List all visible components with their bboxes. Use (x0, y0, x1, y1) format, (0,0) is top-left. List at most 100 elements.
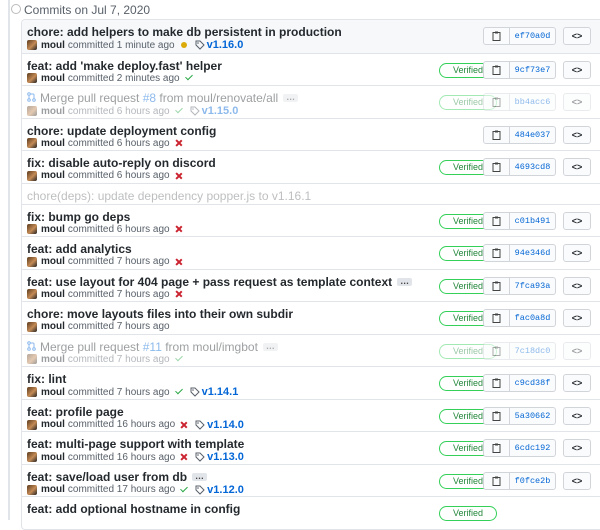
browse-repo-button[interactable]: <> (563, 341, 591, 360)
commit-title-link[interactable]: chore: add helpers to make db persistent… (27, 25, 342, 39)
commit-author[interactable]: moul (41, 138, 65, 149)
browse-repo-button[interactable]: <> (563, 276, 591, 295)
pr-title-suffix[interactable]: from moul/imgbot (162, 340, 258, 354)
avatar[interactable] (27, 170, 37, 181)
commit-title-link[interactable]: fix: bump go deps (27, 210, 130, 224)
commit-sha-link[interactable]: 6cdc192 (510, 439, 556, 457)
copy-sha-button[interactable] (483, 158, 510, 176)
commit-author[interactable]: moul (41, 40, 65, 51)
avatar[interactable] (27, 354, 37, 364)
avatar[interactable] (27, 289, 37, 299)
commit-sha-link[interactable]: 94e346d (510, 244, 556, 262)
commit-title-link[interactable]: chore(deps): update dependency popper.js… (27, 189, 311, 203)
avatar[interactable] (27, 106, 37, 116)
commit-author[interactable]: moul (41, 452, 65, 463)
copy-sha-button[interactable] (483, 439, 510, 457)
commit-sha-link[interactable]: 484e037 (510, 125, 556, 144)
commit-author[interactable]: moul (41, 256, 65, 267)
copy-sha-button[interactable] (483, 211, 510, 230)
commit-author[interactable]: moul (41, 484, 65, 495)
copy-sha-button[interactable] (483, 471, 510, 490)
release-tag-link[interactable]: v1.13.0 (195, 451, 244, 463)
commit-title-link[interactable]: feat: add optional hostname in config (27, 502, 240, 516)
commit-title-link[interactable]: feat: multi-page support with template (27, 437, 244, 451)
avatar[interactable] (27, 73, 37, 83)
avatar[interactable] (27, 256, 37, 267)
copy-sha-button[interactable] (483, 374, 510, 392)
commit-title-link[interactable]: chore: update deployment config (27, 124, 216, 138)
avatar[interactable] (27, 40, 37, 50)
copy-sha-button[interactable] (483, 341, 510, 360)
commit-sha-link[interactable]: ef70a0d (510, 27, 556, 45)
commit-sha-link[interactable]: 7fca93a (510, 276, 556, 295)
commit-sha-link[interactable]: 9cf73e7 (510, 60, 556, 79)
check-icon[interactable] (179, 485, 189, 495)
browse-repo-button[interactable]: <> (563, 439, 591, 457)
commit-sha-link[interactable]: 4693cd8 (510, 158, 556, 176)
commit-title-link[interactable]: feat: save/load user from db (27, 470, 187, 484)
avatar[interactable] (27, 387, 37, 397)
avatar[interactable] (27, 419, 37, 430)
browse-repo-button[interactable]: <> (563, 374, 591, 392)
release-tag-link[interactable]: v1.16.0 (195, 39, 243, 51)
avatar[interactable] (27, 452, 37, 462)
check-icon[interactable] (174, 354, 184, 364)
expand-message-button[interactable]: … (283, 93, 299, 102)
expand-message-button[interactable]: … (192, 471, 208, 481)
avatar[interactable] (27, 224, 37, 234)
copy-sha-button[interactable] (483, 309, 510, 327)
x-icon[interactable] (174, 289, 184, 299)
x-icon[interactable] (174, 171, 184, 181)
release-tag-link[interactable]: v1.15.0 (190, 105, 238, 117)
commit-sha-link[interactable]: bb4acc6 (510, 93, 556, 111)
browse-repo-button[interactable]: <> (563, 211, 591, 230)
avatar[interactable] (27, 321, 37, 332)
copy-sha-button[interactable] (483, 276, 510, 295)
verified-badge[interactable]: Verified (439, 506, 497, 521)
commit-sha-link[interactable]: c01b491 (510, 211, 556, 230)
commit-author[interactable]: moul (41, 170, 65, 181)
commit-title-link[interactable]: fix: disable auto-reply on discord (27, 156, 216, 170)
pr-title-prefix[interactable]: Merge pull request (40, 340, 143, 354)
browse-repo-button[interactable]: <> (563, 471, 591, 490)
copy-sha-button[interactable] (483, 93, 510, 111)
pr-number-link[interactable]: #8 (143, 91, 156, 105)
copy-sha-button[interactable] (483, 27, 510, 45)
pending-dot-icon[interactable] (179, 40, 189, 50)
check-icon[interactable] (184, 73, 194, 83)
commit-sha-link[interactable]: fac0a8d (510, 309, 556, 327)
copy-sha-button[interactable] (483, 60, 510, 79)
commit-author[interactable]: moul (41, 289, 65, 300)
x-icon[interactable] (174, 224, 184, 234)
copy-sha-button[interactable] (483, 406, 510, 425)
copy-sha-button[interactable] (483, 244, 510, 262)
commit-author[interactable]: moul (41, 387, 65, 398)
commit-sha-link[interactable]: 7c18dc0 (510, 341, 556, 360)
commit-title-link[interactable]: feat: profile page (27, 405, 124, 419)
expand-message-button[interactable]: … (397, 276, 413, 286)
release-tag-link[interactable]: v1.14.1 (190, 386, 238, 398)
avatar[interactable] (27, 484, 37, 495)
commit-title-link[interactable]: feat: add analytics (27, 242, 132, 256)
commit-author[interactable]: moul (41, 73, 65, 84)
check-icon[interactable] (174, 106, 184, 116)
pr-title-prefix[interactable]: Merge pull request (40, 91, 143, 105)
commit-title-link[interactable]: feat: add 'make deploy.fast' helper (27, 59, 222, 73)
browse-repo-button[interactable]: <> (563, 158, 591, 176)
browse-repo-button[interactable]: <> (563, 60, 591, 79)
browse-repo-button[interactable]: <> (563, 93, 591, 111)
browse-repo-button[interactable]: <> (563, 309, 591, 327)
release-tag-link[interactable]: v1.14.0 (195, 419, 244, 431)
commit-author[interactable]: moul (41, 224, 65, 235)
x-icon[interactable] (174, 257, 184, 267)
browse-repo-button[interactable]: <> (563, 125, 591, 144)
commit-sha-link[interactable]: c9cd38f (510, 374, 556, 392)
commit-author[interactable]: moul (41, 106, 65, 117)
pr-title-suffix[interactable]: from moul/renovate/all (156, 91, 278, 105)
browse-repo-button[interactable]: <> (563, 27, 591, 45)
copy-sha-button[interactable] (483, 125, 510, 144)
pr-number-link[interactable]: #11 (143, 340, 162, 354)
commit-title-link[interactable]: chore: move layouts files into their own… (27, 307, 293, 321)
commit-sha-link[interactable]: f0fce2b (510, 471, 556, 490)
expand-message-button[interactable]: … (262, 341, 278, 351)
